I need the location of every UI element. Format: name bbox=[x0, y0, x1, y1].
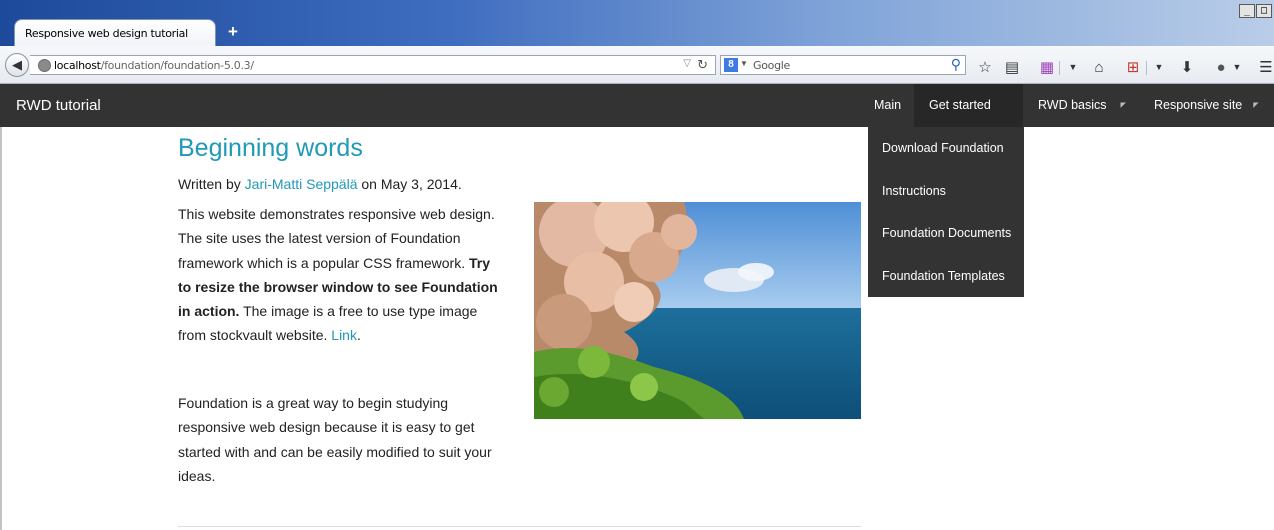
landscape-illustration bbox=[534, 202, 861, 419]
dropdown-item-download-foundation[interactable]: Download Foundation bbox=[882, 141, 1004, 155]
dropdown-item-foundation-templates[interactable]: Foundation Templates bbox=[882, 269, 1005, 283]
page-title: Beginning words bbox=[178, 134, 363, 162]
back-button[interactable]: ◀ bbox=[5, 53, 29, 77]
browser-titlebar: Responsive web design tutorial + _ □ bbox=[0, 0, 1274, 46]
url-bar[interactable]: localhost/foundation/foundation-5.0.3/ ▽… bbox=[30, 55, 716, 75]
byline: Written by Jari-Matti Seppälä on May 3, … bbox=[178, 176, 462, 192]
reload-icon[interactable]: ↻ bbox=[697, 57, 708, 73]
caret-icon: ◤ bbox=[1253, 102, 1259, 109]
nav-item-responsive-site[interactable]: Responsive site ◤ bbox=[1154, 84, 1259, 127]
bookmark-star-icon[interactable]: ☆ bbox=[976, 60, 994, 75]
dropdown-item-instructions[interactable]: Instructions bbox=[882, 184, 946, 198]
url-dropdown-icon[interactable]: ▽ bbox=[683, 58, 691, 69]
search-engine-icon[interactable]: 8 bbox=[724, 58, 738, 72]
browser-tab[interactable]: Responsive web design tutorial bbox=[14, 19, 216, 46]
apps-grid-icon[interactable]: ▦ bbox=[1038, 60, 1056, 75]
toolbar-separator bbox=[1146, 61, 1147, 75]
site-topbar: RWD tutorial Main Get started◤ RWD basic… bbox=[0, 84, 1274, 152]
site-brand[interactable]: RWD tutorial bbox=[16, 97, 101, 114]
dropdown-item-foundation-documents[interactable]: Foundation Documents bbox=[882, 226, 1011, 240]
nav-item-main[interactable]: Main bbox=[874, 84, 901, 127]
caret-icon: ◤ bbox=[1120, 102, 1126, 109]
search-icon[interactable]: ⚲ bbox=[951, 56, 961, 73]
globe-icon bbox=[38, 59, 51, 72]
second-paragraph: Foundation is a great way to begin study… bbox=[178, 395, 492, 484]
search-placeholder: Google bbox=[753, 59, 790, 72]
author-link[interactable]: Jari-Matti Seppälä bbox=[245, 176, 358, 192]
dropdown-arrow-icon[interactable]: ▼ bbox=[1150, 60, 1168, 75]
home-icon[interactable]: ⌂ bbox=[1090, 60, 1108, 75]
intro-paragraph: This website demonstrates responsive web… bbox=[178, 206, 498, 344]
page-left-border bbox=[0, 127, 2, 530]
browser-toolbar: ◀ localhost/foundation/foundation-5.0.3/… bbox=[0, 46, 1274, 84]
search-bar[interactable]: 8 ▼ Google ⚲ bbox=[720, 55, 966, 75]
download-icon[interactable]: ⬇ bbox=[1178, 60, 1196, 75]
url-text: localhost/foundation/foundation-5.0.3/ bbox=[54, 59, 254, 72]
landscape-photo bbox=[534, 202, 861, 419]
toolbar-separator bbox=[1059, 61, 1060, 75]
dropdown-arrow-icon[interactable]: ▼ bbox=[1064, 60, 1082, 75]
minimize-button[interactable]: _ bbox=[1239, 4, 1255, 18]
nav-item-get-started[interactable]: Get started◤ bbox=[914, 84, 1023, 152]
search-engine-dropdown-icon[interactable]: ▼ bbox=[740, 59, 748, 68]
new-tab-button[interactable]: + bbox=[224, 22, 242, 42]
nav-item-rwd-basics[interactable]: RWD basics ◤ bbox=[1038, 84, 1126, 127]
dropdown-arrow-icon[interactable]: ▼ bbox=[1228, 60, 1246, 75]
menu-icon[interactable]: ☰ bbox=[1257, 60, 1274, 75]
window-controls: _ □ bbox=[1239, 4, 1272, 18]
bookmarks-list-icon[interactable]: ▤ bbox=[1003, 60, 1021, 75]
tab-title: Responsive web design tutorial bbox=[25, 27, 188, 40]
stockvault-link[interactable]: Link bbox=[331, 327, 357, 343]
content-divider bbox=[178, 526, 861, 527]
back-arrow-icon: ◀ bbox=[12, 57, 22, 72]
maximize-button[interactable]: □ bbox=[1256, 4, 1272, 18]
pdf-icon[interactable]: ⊞ bbox=[1124, 60, 1142, 75]
get-started-dropdown: Download Foundation Instructions Foundat… bbox=[868, 127, 1024, 297]
